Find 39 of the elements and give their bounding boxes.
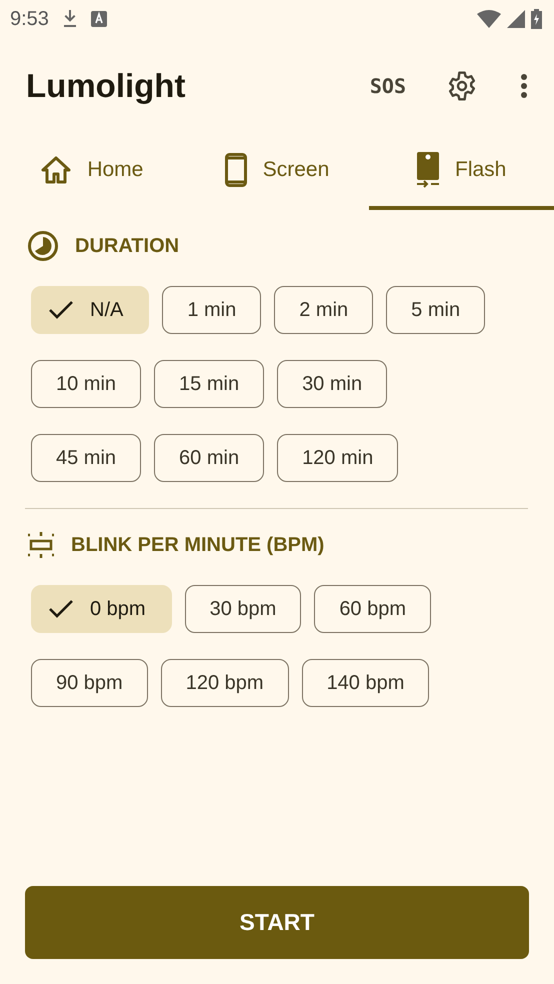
more-menu-icon[interactable] — [520, 73, 528, 99]
tab[interactable]: Screen — [184, 134, 370, 210]
filter-chip[interactable]: 10 min — [31, 360, 142, 408]
sos-button[interactable]: SOS — [370, 74, 406, 98]
filter-chip[interactable]: 2 min — [274, 286, 374, 334]
section-title: BLINK PER MINUTE (BPM) — [71, 534, 324, 556]
download-icon — [62, 10, 77, 28]
section-title: DURATION — [75, 234, 180, 258]
settings-icon[interactable] — [446, 70, 478, 102]
filter-chip[interactable]: 5 min — [386, 286, 486, 334]
blink-icon — [27, 531, 55, 559]
filter-chip[interactable]: 90 bpm — [31, 659, 148, 707]
filter-chip[interactable]: 60 min — [154, 434, 264, 482]
filter-chip[interactable]: 30 bpm — [184, 585, 302, 633]
filter-chip[interactable]: 0 bpm — [31, 585, 172, 633]
phone-icon — [224, 153, 247, 187]
wifi-icon — [477, 10, 501, 28]
filter-chip[interactable]: 60 bpm — [314, 585, 432, 633]
filter-chip[interactable]: 120 bpm — [160, 659, 289, 707]
battery-icon — [531, 9, 542, 29]
filter-chip[interactable]: 45 min — [31, 434, 142, 482]
check-icon — [48, 599, 74, 619]
home-icon — [41, 156, 72, 184]
phone-flash-icon — [417, 152, 439, 188]
filter-chip[interactable]: 1 min — [162, 286, 262, 334]
filter-chip[interactable]: N/A — [31, 286, 150, 334]
filter-chip[interactable]: 140 bpm — [302, 659, 430, 707]
tab[interactable]: Home — [0, 134, 185, 210]
check-icon — [48, 300, 74, 320]
status-time: 9:53 — [10, 8, 49, 30]
timer-icon — [27, 230, 59, 262]
start-button[interactable]: START — [25, 886, 529, 959]
filter-chip[interactable]: 15 min — [154, 360, 264, 408]
app-title: Lumolight — [26, 67, 186, 105]
tab[interactable]: Flash — [369, 134, 554, 210]
filter-chip[interactable]: 30 min — [277, 360, 388, 408]
signal-icon — [507, 10, 525, 28]
text-icon — [90, 11, 107, 27]
filter-chip[interactable]: 120 min — [277, 434, 398, 482]
